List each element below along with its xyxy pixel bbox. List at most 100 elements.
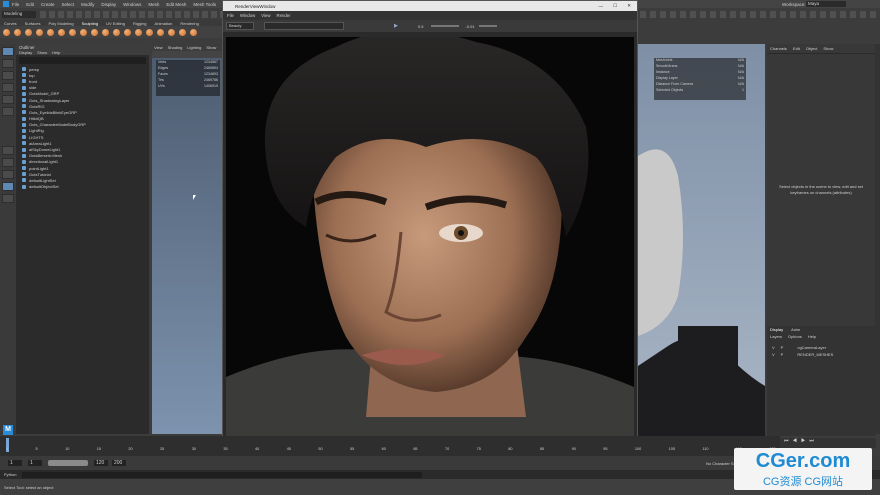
four-view-icon[interactable] xyxy=(2,170,14,179)
cb-tab-object[interactable]: Object xyxy=(806,46,818,51)
visibility-toggle[interactable]: V xyxy=(772,345,775,350)
fill-brush-icon[interactable] xyxy=(135,28,142,36)
render-icon[interactable]: ▶ xyxy=(394,23,398,29)
knife-brush-icon[interactable] xyxy=(146,28,153,36)
inner-start-field[interactable]: 1 xyxy=(28,460,42,466)
minimize-icon[interactable]: — xyxy=(599,4,604,9)
last-tool-icon[interactable] xyxy=(2,146,14,155)
spray-brush-icon[interactable] xyxy=(80,28,87,36)
shelf-tab-surfaces[interactable]: Surfaces xyxy=(25,21,41,26)
end-frame-field[interactable]: 200 xyxy=(112,460,126,466)
imprint-brush-icon[interactable] xyxy=(102,28,109,36)
shelf-tab-poly[interactable]: Poly Modeling xyxy=(48,21,73,26)
exposure-slider[interactable] xyxy=(431,25,460,27)
grab-brush-icon[interactable] xyxy=(36,28,43,36)
repeat-brush-icon[interactable] xyxy=(91,28,98,36)
menu-modify[interactable]: Modify xyxy=(81,2,94,7)
shelf-tab-rendering[interactable]: Rendering xyxy=(180,21,198,26)
lasso-tool-icon[interactable] xyxy=(2,59,14,68)
char-set-select[interactable]: No Character Set xyxy=(706,461,737,466)
layer-menu-layers[interactable]: Layers xyxy=(770,334,782,339)
shelf-tab-uv[interactable]: UV Editing xyxy=(106,21,125,26)
menu-display[interactable]: Display xyxy=(101,2,116,7)
playback-controls[interactable]: ⏮◀▶⏭ xyxy=(780,438,876,448)
menu-file[interactable]: File xyxy=(12,2,19,7)
menu-edit[interactable]: Edit xyxy=(26,2,34,7)
select-tool-icon[interactable] xyxy=(2,47,14,56)
cb-tab-show[interactable]: Show xyxy=(823,46,833,51)
foamy-brush-icon[interactable] xyxy=(69,28,76,36)
freeze-brush-icon[interactable] xyxy=(190,28,197,36)
layer-menu-help[interactable]: Help xyxy=(808,334,816,339)
move-tool-icon[interactable] xyxy=(2,83,14,92)
close-icon[interactable]: ✕ xyxy=(627,3,631,9)
vp-menu-show[interactable]: Show xyxy=(206,45,216,50)
cmd-input[interactable] xyxy=(22,471,423,478)
vp-menu-view[interactable]: View xyxy=(154,45,163,50)
outliner-menu-display[interactable]: Display xyxy=(19,50,32,55)
gamma-slider[interactable] xyxy=(478,25,497,27)
search-icon[interactable] xyxy=(2,194,14,203)
outliner-layout-icon[interactable] xyxy=(2,182,14,191)
bulge-brush-icon[interactable] xyxy=(168,28,175,36)
rv-menu-view[interactable]: View xyxy=(261,13,270,18)
layer-tab-display[interactable]: Display xyxy=(770,327,783,332)
rotate-tool-icon[interactable] xyxy=(2,95,14,104)
rv-menu-window[interactable]: Window xyxy=(240,13,255,18)
shelf-tab-sculpting[interactable]: Sculpting xyxy=(82,21,98,26)
cb-tab-edit[interactable]: Edit xyxy=(793,46,800,51)
outliner-menu-show[interactable]: Show xyxy=(37,50,47,55)
workspace-select[interactable]: Maya xyxy=(806,1,846,7)
menu-mesh-tools[interactable]: Mesh Tools xyxy=(193,2,216,7)
menu-edit-mesh[interactable]: Edit Mesh xyxy=(166,2,186,7)
outliner-search-field[interactable] xyxy=(19,57,146,64)
smooth-brush-icon[interactable] xyxy=(14,28,21,36)
menu-select[interactable]: Select xyxy=(62,2,75,7)
wax-brush-icon[interactable] xyxy=(113,28,120,36)
vp-menu-shading[interactable]: Shading xyxy=(168,45,183,50)
amplify-brush-icon[interactable] xyxy=(179,28,186,36)
shelf-tab-curves[interactable]: Curves xyxy=(4,21,17,26)
outliner-item-label: GutsTutorial xyxy=(29,171,51,177)
scale-tool-icon[interactable] xyxy=(2,107,14,116)
start-frame-field[interactable]: 1 xyxy=(8,460,22,466)
cb-tab-channels[interactable]: Channels xyxy=(770,46,787,51)
menu-windows[interactable]: Windows xyxy=(123,2,141,7)
aov-select[interactable]: Beauty xyxy=(226,22,254,30)
playback-toggle[interactable]: P xyxy=(781,345,784,350)
cmd-language-label[interactable]: Python xyxy=(4,472,16,477)
side-viewport[interactable]: Mesh/ctrls N/A Smooth/trans N/A Instance N/A D… xyxy=(638,44,765,436)
camera-path-field[interactable] xyxy=(264,22,344,30)
right-edge-tabs[interactable] xyxy=(875,44,880,434)
outliner-item[interactable]: defaultObjectSet xyxy=(16,184,149,190)
pinch-brush-icon[interactable] xyxy=(47,28,54,36)
time-slider[interactable]: 1 5 10 15 20 25 30 35 40 45 50 55 60 65 70 75 80 85 90 95 10… xyxy=(0,436,780,456)
inner-end-field[interactable]: 120 xyxy=(94,460,108,466)
playback-toggle[interactable]: P xyxy=(781,352,784,357)
outliner-menu-help[interactable]: Help xyxy=(52,50,60,55)
paint-select-icon[interactable] xyxy=(2,71,14,80)
timeline-tick-label: 95 xyxy=(603,447,608,451)
rv-menu-file[interactable]: File xyxy=(227,13,234,18)
shelf-tab-animation[interactable]: Animation xyxy=(155,21,173,26)
vp-menu-lighting[interactable]: Lighting xyxy=(187,45,201,50)
smear-brush-icon[interactable] xyxy=(157,28,164,36)
relax-brush-icon[interactable] xyxy=(25,28,32,36)
rv-menu-render[interactable]: Render xyxy=(276,13,290,18)
visibility-toggle[interactable]: V xyxy=(772,352,775,357)
scrape-brush-icon[interactable] xyxy=(124,28,131,36)
shelf-tab-rigging[interactable]: Rigging xyxy=(133,21,147,26)
menu-create[interactable]: Create xyxy=(41,2,55,7)
sculpt-brush-icon[interactable] xyxy=(3,28,10,36)
single-view-icon[interactable] xyxy=(2,158,14,167)
flatten-brush-icon[interactable] xyxy=(58,28,65,36)
range-bar[interactable] xyxy=(48,460,88,466)
layer-row[interactable]: V P ogCameraLayer xyxy=(767,344,875,351)
layer-menu-options[interactable]: Options xyxy=(788,334,802,339)
layer-row[interactable]: V P RENDER_MESHES xyxy=(767,351,875,358)
maximize-icon[interactable]: ☐ xyxy=(613,3,617,9)
layer-tab-anim[interactable]: Anim xyxy=(791,327,800,332)
menu-mesh[interactable]: Mesh xyxy=(148,2,159,7)
perspective-viewport[interactable]: View Shading Lighting Show xyxy=(152,44,222,434)
modeling-dropdown[interactable]: Modeling xyxy=(2,11,36,18)
